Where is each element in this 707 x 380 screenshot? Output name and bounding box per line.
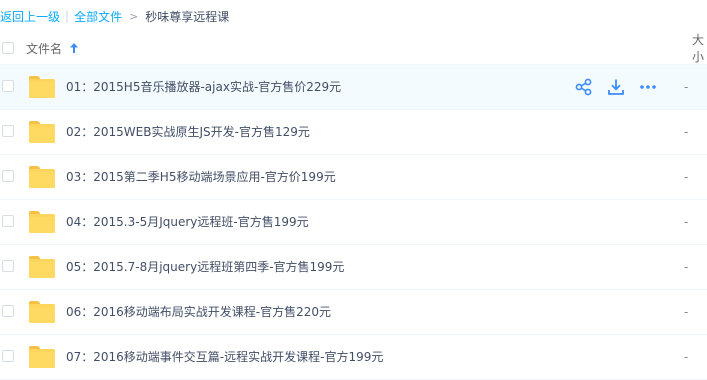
file-row[interactable]: 01：2015H5音乐播放器-ajax实战-官方售价229元 -	[0, 65, 707, 110]
column-header-filename-label: 文件名	[26, 41, 63, 56]
file-row[interactable]: 04：2015.3-5月Jquery远程班-官方售199元 -	[0, 200, 707, 245]
file-row[interactable]: 07：2016移动端事件交互篇-远程实战开发课程-官方199元 -	[0, 335, 707, 380]
file-row[interactable]: 02：2015WEB实战原生JS开发-官方售129元 -	[0, 110, 707, 155]
breadcrumb: 返回上一级 | 全部文件 > 秒味尊享远程课	[0, 0, 707, 32]
row-checkbox[interactable]	[2, 350, 14, 362]
file-name-link[interactable]: 01：2015H5音乐播放器-ajax实战-官方售价229元	[66, 65, 341, 109]
row-checkbox[interactable]	[2, 215, 14, 227]
breadcrumb-separator: |	[65, 9, 70, 23]
folder-icon[interactable]	[29, 166, 55, 188]
file-size: -	[684, 260, 689, 274]
file-row[interactable]: 06：2016移动端布局实战开发课程-官方售220元 -	[0, 290, 707, 335]
file-size: -	[684, 170, 689, 184]
file-size: -	[684, 215, 689, 229]
row-actions	[573, 77, 659, 97]
row-checkbox[interactable]	[2, 125, 14, 137]
column-header-size[interactable]: 大小	[692, 31, 707, 65]
select-all-checkbox[interactable]	[2, 42, 14, 54]
file-name-link[interactable]: 04：2015.3-5月Jquery远程班-官方售199元	[66, 200, 309, 244]
row-checkbox[interactable]	[2, 260, 14, 272]
folder-icon[interactable]	[29, 211, 55, 233]
row-checkbox[interactable]	[2, 305, 14, 317]
file-name-link[interactable]: 02：2015WEB实战原生JS开发-官方售129元	[66, 110, 310, 154]
share-icon[interactable]	[573, 77, 595, 97]
more-icon[interactable]	[637, 77, 659, 97]
file-name-link[interactable]: 06：2016移动端布局实战开发课程-官方售220元	[66, 290, 331, 334]
file-name-link[interactable]: 07：2016移动端事件交互篇-远程实战开发课程-官方199元	[66, 335, 383, 379]
folder-icon[interactable]	[29, 256, 55, 278]
folder-icon[interactable]	[29, 301, 55, 323]
file-size: -	[684, 80, 689, 94]
file-row[interactable]: 05：2015.7-8月jquery远程班第四季-官方售199元 -	[0, 245, 707, 290]
file-list-header: 文件名 大小	[0, 32, 707, 65]
download-icon[interactable]	[605, 77, 627, 97]
file-size: -	[684, 125, 689, 139]
all-files-link[interactable]: 全部文件	[74, 8, 122, 25]
breadcrumb-arrow-icon: >	[129, 9, 139, 23]
file-size: -	[684, 305, 689, 319]
back-link[interactable]: 返回上一级	[0, 8, 60, 25]
file-row[interactable]: 03：2015第二季H5移动端场景应用-官方价199元 -	[0, 155, 707, 200]
folder-icon[interactable]	[29, 76, 55, 98]
arrow-up-icon[interactable]	[69, 42, 78, 56]
current-folder-label: 秒味尊享远程课	[145, 9, 230, 24]
column-header-filename[interactable]: 文件名	[26, 40, 78, 57]
file-name-link[interactable]: 05：2015.7-8月jquery远程班第四季-官方售199元	[66, 245, 344, 289]
file-size: -	[684, 350, 689, 364]
row-checkbox[interactable]	[2, 80, 14, 92]
folder-icon[interactable]	[29, 121, 55, 143]
folder-icon[interactable]	[29, 346, 55, 368]
file-name-link[interactable]: 03：2015第二季H5移动端场景应用-官方价199元	[66, 155, 336, 199]
row-checkbox[interactable]	[2, 170, 14, 182]
